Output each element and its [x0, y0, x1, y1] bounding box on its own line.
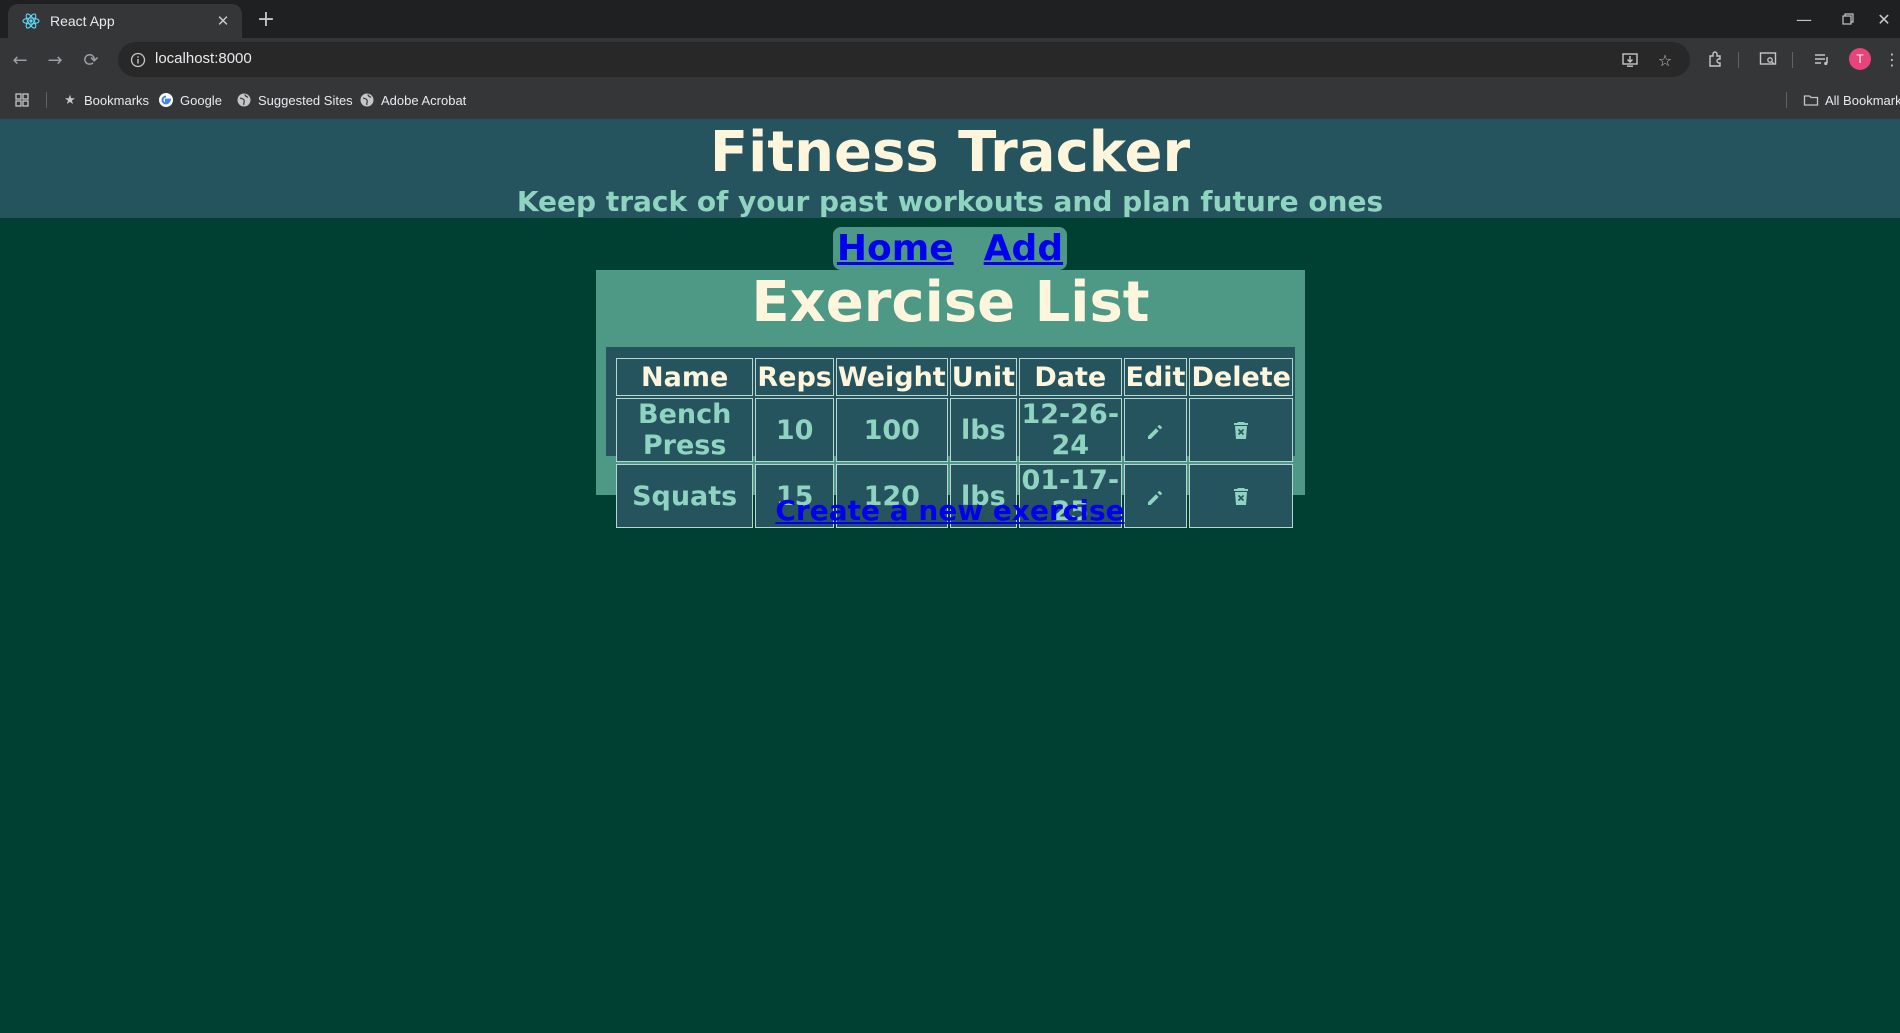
globe-icon	[359, 92, 375, 108]
reload-icon[interactable]: ⟳	[77, 46, 105, 74]
apps-grid-icon[interactable]	[14, 90, 30, 110]
column-header-name: Name	[616, 358, 754, 396]
pencil-icon[interactable]	[1143, 418, 1169, 444]
bookmark-label: Suggested Sites	[258, 92, 353, 108]
browser-tab[interactable]: React App ✕	[8, 4, 242, 38]
back-icon[interactable]: ←	[6, 46, 34, 74]
bookmarks-divider	[46, 92, 47, 108]
star-icon[interactable]: ☆	[1653, 48, 1677, 72]
column-header-date: Date	[1019, 358, 1122, 396]
bookmark-label: Google	[180, 92, 222, 108]
tab-close-icon[interactable]: ✕	[214, 12, 232, 30]
all-bookmarks-folder[interactable]: All Bookmarks	[1803, 90, 1900, 110]
cell-name: Bench Press	[616, 398, 754, 462]
exercise-list-title: Exercise List	[751, 270, 1150, 335]
app-subtitle: Keep track of your past workouts and pla…	[516, 185, 1384, 218]
table-header-row: Name Reps Weight Unit Date Edit Delete	[616, 358, 1293, 396]
cell-weight: 100	[835, 398, 948, 462]
exercise-table-container: Name Reps Weight Unit Date Edit Delete B…	[606, 347, 1295, 528]
cell-reps: 10	[755, 398, 834, 462]
folder-icon	[1803, 92, 1819, 108]
forward-icon[interactable]: →	[41, 46, 69, 74]
create-exercise-container: Create a new exercise	[0, 494, 1900, 528]
bookmark-adobe-acrobat[interactable]: Adobe Acrobat	[359, 90, 466, 110]
minimize-icon[interactable]: —	[1782, 0, 1826, 38]
create-exercise-link[interactable]: Create a new exercise	[775, 494, 1124, 527]
bookmarks-bar: ★ Bookmarks Google Suggested Sites Adobe…	[0, 81, 1900, 119]
bookmark-google[interactable]: Google	[158, 90, 222, 110]
tab-title: React App	[50, 13, 115, 29]
cell-unit: lbs	[949, 398, 1018, 462]
column-header-edit: Edit	[1123, 358, 1188, 396]
app-title: Fitness Tracker	[709, 120, 1191, 185]
exercise-list-panel: Exercise List Name Reps Weight Unit Date…	[596, 270, 1305, 528]
column-header-delete: Delete	[1189, 358, 1293, 396]
extensions-icon[interactable]	[1704, 47, 1728, 71]
nav-add-link[interactable]: Add	[984, 228, 1063, 269]
menu-kebab-icon[interactable]: ⋮	[1884, 47, 1900, 71]
globe-icon	[236, 92, 252, 108]
browser-tabstrip: React App ✕ + — ✕	[0, 0, 1900, 38]
restore-icon[interactable]	[1826, 0, 1870, 38]
column-header-reps: Reps	[755, 358, 834, 396]
cell-date: 12-26-24	[1019, 398, 1122, 462]
nav-home-link[interactable]: Home	[837, 228, 954, 269]
star-filled-icon: ★	[64, 92, 76, 107]
profile-avatar[interactable]: T	[1849, 48, 1871, 70]
bookmark-suggested-sites[interactable]: Suggested Sites	[236, 90, 353, 110]
main-nav: Home Add	[833, 227, 1067, 270]
toolbar-divider	[1738, 52, 1739, 68]
google-logo-icon	[158, 92, 174, 108]
install-app-icon[interactable]	[1618, 48, 1642, 72]
trash-icon[interactable]	[1228, 418, 1254, 444]
new-tab-button[interactable]: +	[252, 6, 280, 34]
all-bookmarks-label: All Bookmarks	[1825, 92, 1900, 108]
bookmark-bookmarks[interactable]: ★ Bookmarks	[62, 90, 149, 110]
cell-edit	[1123, 398, 1188, 462]
address-bar[interactable]: localhost:8000 ☆	[118, 42, 1690, 77]
column-header-weight: Weight	[835, 358, 948, 396]
media-controls-icon[interactable]	[1810, 47, 1834, 71]
toolbar-divider	[1792, 52, 1793, 68]
tab-search-icon[interactable]	[1756, 47, 1780, 71]
bookmark-label: Bookmarks	[84, 92, 150, 108]
table-row: Bench Press 10 100 lbs 12-26-24	[616, 398, 1293, 462]
bookmark-label: Adobe Acrobat	[381, 92, 467, 108]
column-header-unit: Unit	[949, 358, 1018, 396]
browser-toolbar: ← → ⟳ localhost:8000 ☆ T ⋮	[0, 38, 1900, 81]
cell-delete	[1189, 398, 1293, 462]
url-text: localhost:8000	[155, 50, 252, 67]
site-info-icon[interactable]	[128, 50, 147, 69]
bookmarks-divider	[1786, 92, 1787, 108]
react-logo-icon	[22, 12, 40, 30]
close-window-icon[interactable]: ✕	[1868, 0, 1900, 38]
